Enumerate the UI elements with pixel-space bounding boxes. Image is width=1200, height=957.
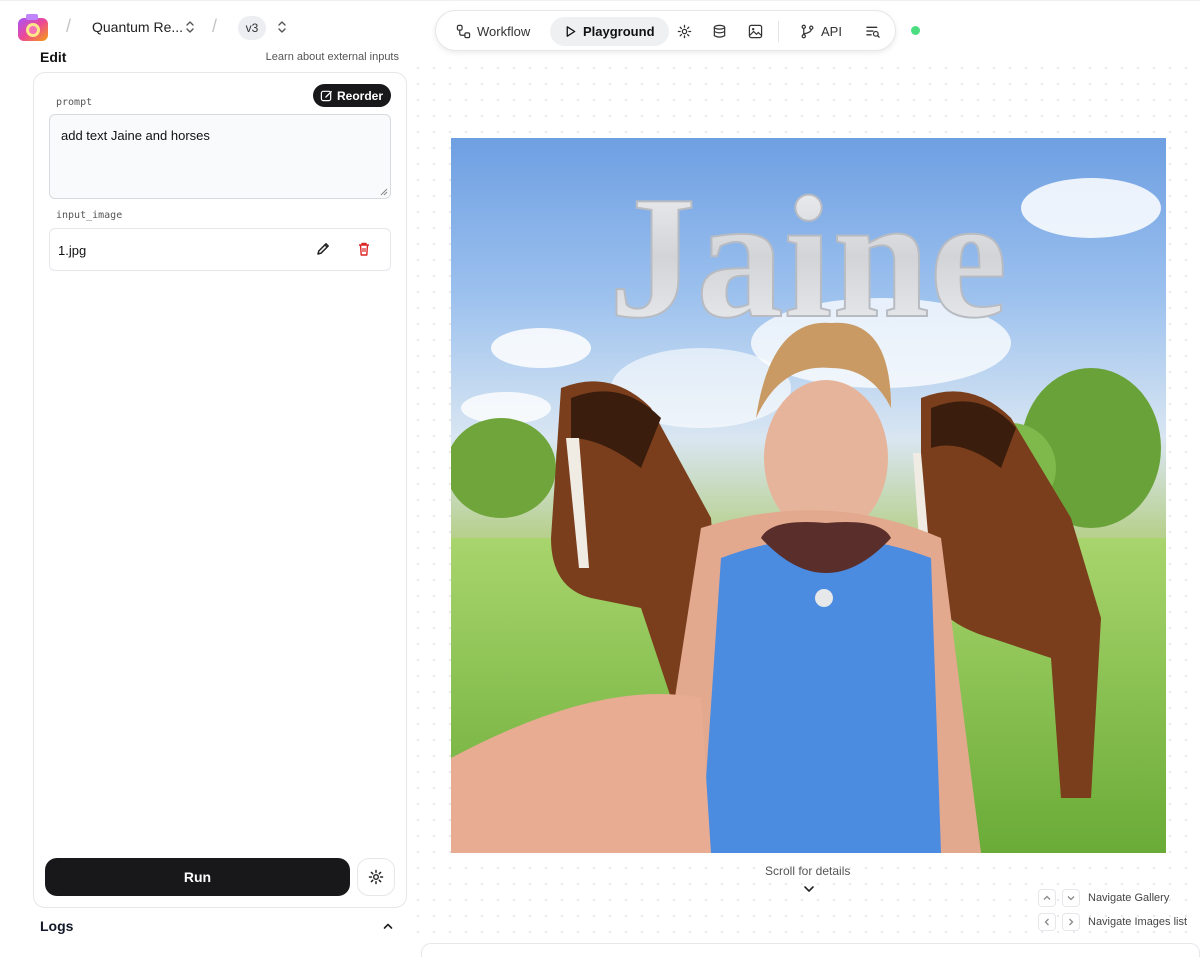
breadcrumb-separator: / bbox=[66, 16, 72, 36]
toolbar-divider bbox=[778, 21, 779, 42]
chevron-down-icon[interactable] bbox=[803, 884, 815, 894]
input-image-filename: 1.jpg bbox=[58, 243, 87, 258]
scroll-hint: Scroll for details bbox=[765, 864, 851, 878]
reorder-button[interactable]: Reorder bbox=[312, 84, 391, 107]
edit-title: Edit bbox=[40, 49, 67, 65]
chevron-updown-icon[interactable] bbox=[184, 19, 196, 35]
gear-icon bbox=[368, 869, 384, 885]
run-settings-button[interactable] bbox=[357, 858, 395, 896]
version-badge[interactable]: v3 bbox=[238, 16, 266, 40]
input-image-label: input_image bbox=[56, 210, 123, 221]
learn-external-inputs-link[interactable]: Learn about external inputs bbox=[266, 51, 399, 63]
chevron-updown-icon[interactable] bbox=[276, 19, 288, 35]
image-caption-text: Jaine bbox=[609, 160, 1008, 354]
chevron-up-icon bbox=[1043, 895, 1051, 900]
details-panel[interactable] bbox=[421, 943, 1200, 957]
trash-icon[interactable] bbox=[356, 241, 372, 257]
breadcrumb-separator: / bbox=[212, 16, 218, 36]
edit-panel: prompt Reorder add text Jaine and horses… bbox=[33, 72, 407, 908]
status-indicator bbox=[911, 26, 920, 35]
run-button[interactable]: Run bbox=[45, 858, 350, 896]
tab-workflow-label: Workflow bbox=[477, 24, 531, 39]
database-icon[interactable] bbox=[712, 24, 727, 39]
image-icon[interactable] bbox=[748, 24, 763, 39]
chevron-up-icon[interactable] bbox=[382, 920, 394, 932]
result-image-drawing: Jaine bbox=[451, 159, 1166, 853]
settings-icon[interactable] bbox=[677, 24, 692, 39]
git-branch-icon bbox=[801, 24, 814, 39]
chevron-right-icon bbox=[1069, 918, 1074, 926]
tab-api[interactable]: API bbox=[800, 17, 842, 46]
resize-handle-icon[interactable] bbox=[379, 187, 388, 196]
tab-workflow[interactable]: Workflow bbox=[456, 17, 530, 46]
breadcrumb: / Quantum Re... / v3 bbox=[0, 0, 410, 56]
chevron-left-icon bbox=[1044, 918, 1049, 926]
nav-images-next-button[interactable] bbox=[1062, 913, 1080, 931]
pencil-icon[interactable] bbox=[315, 241, 331, 257]
result-image[interactable]: Jaine bbox=[451, 138, 1166, 853]
reorder-label: Reorder bbox=[336, 88, 383, 103]
nav-gallery-down-button[interactable] bbox=[1062, 889, 1080, 907]
workflow-icon bbox=[456, 24, 471, 39]
tab-api-label: API bbox=[821, 24, 842, 39]
project-name[interactable]: Quantum Re... bbox=[92, 19, 183, 35]
nav-images-label: Navigate Images list bbox=[1088, 916, 1188, 928]
input-image-file-row: 1.jpg bbox=[49, 228, 391, 271]
prompt-textarea[interactable]: add text Jaine and horses bbox=[49, 114, 391, 199]
tab-playground-label: Playground bbox=[583, 24, 655, 39]
logs-title: Logs bbox=[40, 918, 74, 934]
chevron-down-icon bbox=[1067, 896, 1075, 901]
prompt-value: add text Jaine and horses bbox=[61, 128, 210, 143]
top-toolbar: Workflow Playground API bbox=[435, 10, 896, 51]
nav-gallery-up-button[interactable] bbox=[1038, 889, 1056, 907]
app-logo-icon[interactable] bbox=[17, 13, 49, 42]
nav-images-prev-button[interactable] bbox=[1038, 913, 1056, 931]
tab-playground[interactable]: Playground bbox=[550, 17, 669, 46]
prompt-label: prompt bbox=[56, 97, 93, 108]
edit-square-icon bbox=[320, 90, 333, 102]
nav-gallery-label: Navigate Gallery bbox=[1088, 892, 1170, 904]
play-icon bbox=[566, 26, 576, 37]
list-search-icon[interactable] bbox=[865, 24, 881, 39]
